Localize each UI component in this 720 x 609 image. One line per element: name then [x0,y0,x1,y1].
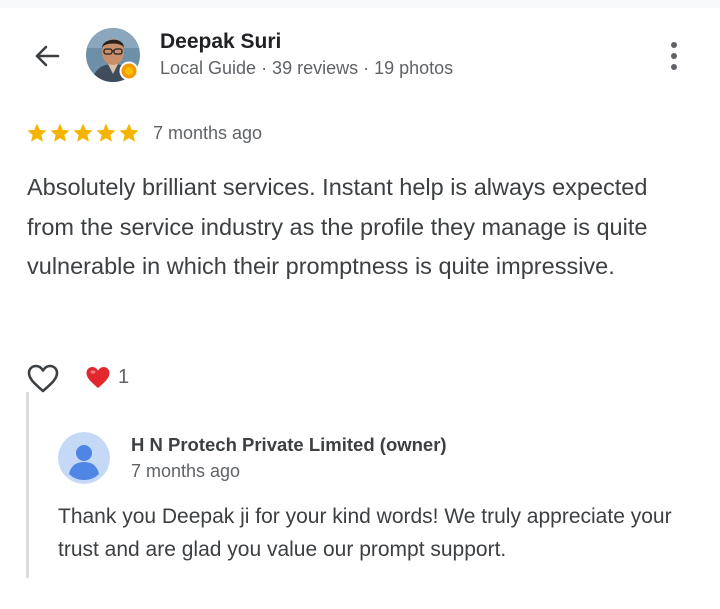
owner-name: H N Protech Private Limited (owner) [131,434,447,455]
owner-reply-time: 7 months ago [131,461,241,481]
reaction-count: 1 [118,366,130,388]
more-vertical-icon [671,42,677,48]
reviewer-name[interactable]: Deepak Suri [160,30,281,54]
heart-outline-icon [27,364,59,393]
star-icon [119,123,139,142]
reviewer-subtitle: Local Guide · 39 reviews · 19 photos [160,58,454,78]
review-text: Absolutely brilliant services. Instant h… [27,174,648,279]
owner-reply-rule [26,392,29,578]
like-button[interactable] [26,363,60,395]
star-icon [27,123,47,142]
owner-avatar [58,432,110,484]
star-icon [96,123,116,142]
review-time: 7 months ago [153,123,263,143]
person-icon [58,432,110,484]
star-rating [26,122,140,144]
top-divider [0,0,720,8]
star-icon [50,123,70,142]
star-icon [73,123,93,142]
more-options-button[interactable] [660,38,688,74]
back-button[interactable] [28,40,64,72]
local-guide-badge-icon [119,61,139,81]
arrow-back-icon [35,45,60,67]
owner-reply-text: Thank you Deepak ji for your kind words!… [58,505,672,561]
red-heart-icon [86,367,110,388]
